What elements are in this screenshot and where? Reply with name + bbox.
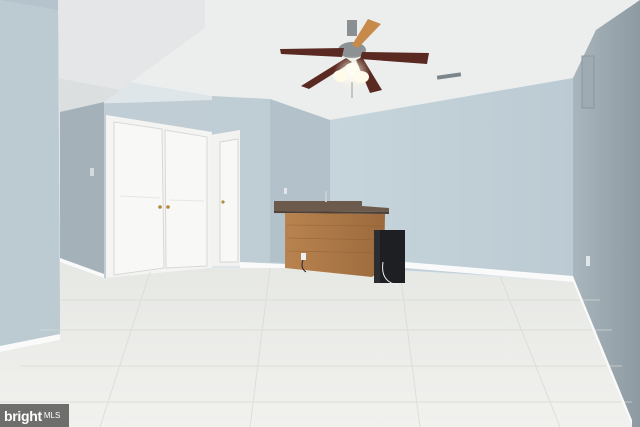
room-photo xyxy=(0,0,640,427)
single-door-knob xyxy=(221,200,225,204)
closet-door-right xyxy=(164,129,208,269)
watermark-logo: bright MLS xyxy=(0,404,69,427)
closet-knob-right xyxy=(166,205,170,209)
outlet-right xyxy=(586,256,590,266)
fan-light xyxy=(353,71,369,83)
outlet-floor xyxy=(301,253,306,260)
wall-vent xyxy=(581,55,595,109)
watermark-suffix: MLS xyxy=(43,411,61,420)
outlet-bar-wall xyxy=(284,188,287,194)
fan-light xyxy=(345,63,359,73)
left-wall-face xyxy=(0,0,60,352)
closet-door-left xyxy=(113,121,165,276)
watermark-brand: bright xyxy=(4,407,42,424)
bar-faucet xyxy=(325,191,327,202)
fan-light xyxy=(333,70,349,82)
closet-knob-left xyxy=(158,205,162,209)
hallway-wall xyxy=(60,102,104,278)
bar-cabinet xyxy=(285,213,385,277)
mini-fridge-side xyxy=(374,230,380,283)
hallway-switch xyxy=(90,168,94,176)
